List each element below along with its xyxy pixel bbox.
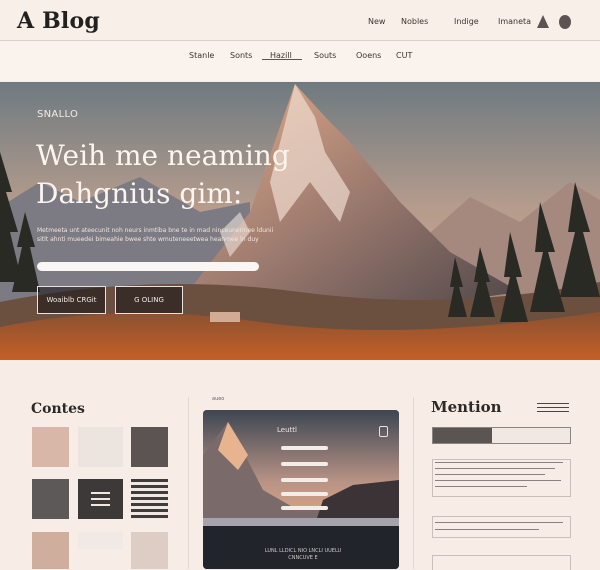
column-divider-left: [188, 397, 189, 569]
contents-heading: Contes: [31, 401, 85, 417]
subnav-item-cut[interactable]: CUT: [396, 51, 412, 60]
mention-progress-bar: [432, 427, 571, 444]
panel-text: LUNL LLDICL NIO LNCLI UUELU CNNCUVE E: [264, 548, 342, 561]
subnav-item-ooens[interactable]: Ooens: [356, 51, 381, 60]
secondary-nav: Stanle Sonts Hazill Souts Ooens CUT: [0, 41, 600, 81]
hero-banner: SNALLO Weih me neaming Dahgnius gim: Met…: [0, 82, 600, 360]
panel-label: Leuttl: [277, 426, 297, 434]
secondary-cta-button[interactable]: G OLING: [115, 286, 183, 314]
swatch-8[interactable]: [78, 532, 123, 549]
menu-icon[interactable]: [537, 403, 569, 415]
mention-text-block-3[interactable]: [432, 555, 571, 570]
hero-description: Metmeeta unt ateecunit noh neurs inmtiba…: [37, 227, 274, 243]
panel-line-3: [281, 478, 328, 482]
panel-line-4: [281, 492, 328, 496]
swatch-5-menu[interactable]: [78, 479, 123, 519]
mention-text-block-2[interactable]: [432, 516, 571, 538]
mention-heading: Mention: [431, 398, 502, 416]
nav-link-indige[interactable]: Indige: [454, 17, 479, 26]
mention-text-block-1[interactable]: [432, 459, 571, 497]
swatch-6-stripes[interactable]: [131, 479, 168, 519]
subnav-item-souts[interactable]: Souts: [314, 51, 336, 60]
progress-fill: [433, 428, 492, 443]
subnav-item-stanle[interactable]: Stanle: [189, 51, 214, 60]
featured-mountain-image: [203, 410, 399, 569]
primary-cta-button[interactable]: Woaiblb CRGit: [37, 286, 106, 314]
site-header: A Blog New Nobles Indige Imaneta: [0, 0, 600, 41]
panel-caption: aueo: [212, 396, 225, 402]
hero-title-line-1: Weih me neaming: [36, 139, 290, 172]
panel-line-2: [281, 462, 328, 466]
bookmark-icon[interactable]: [379, 426, 388, 437]
mountain-landscape-image: [0, 82, 600, 360]
swatch-2[interactable]: [78, 427, 123, 467]
hero-eyebrow: SNALLO: [37, 109, 79, 120]
panel-line-5: [281, 506, 328, 510]
column-divider-right: [413, 397, 414, 569]
brand-logo[interactable]: A Blog: [17, 8, 100, 34]
hero-title-line-2: Dahgnius gim:: [36, 177, 243, 210]
swatch-4[interactable]: [32, 479, 69, 519]
circle-icon[interactable]: [559, 15, 571, 29]
swatch-9[interactable]: [131, 532, 168, 569]
active-tab-indicator: [262, 59, 302, 60]
subnav-item-sonts[interactable]: Sonts: [230, 51, 252, 60]
nav-link-new[interactable]: New: [368, 17, 385, 26]
swatch-3[interactable]: [131, 427, 168, 467]
hero-subscribe-input[interactable]: [37, 262, 259, 271]
triangle-icon[interactable]: [537, 15, 549, 28]
hero-title: Weih me neaming Dahgnius gim:: [36, 137, 336, 213]
swatch-7[interactable]: [32, 532, 69, 569]
panel-line-1: [281, 446, 328, 450]
swatch-1[interactable]: [32, 427, 69, 467]
nav-link-imaneta[interactable]: Imaneta: [498, 17, 531, 26]
nav-link-nobles[interactable]: Nobles: [401, 17, 428, 26]
featured-post-card[interactable]: Leuttl LUNL LLDICL NIO LNCLI UUELU CNNCU…: [203, 410, 399, 569]
